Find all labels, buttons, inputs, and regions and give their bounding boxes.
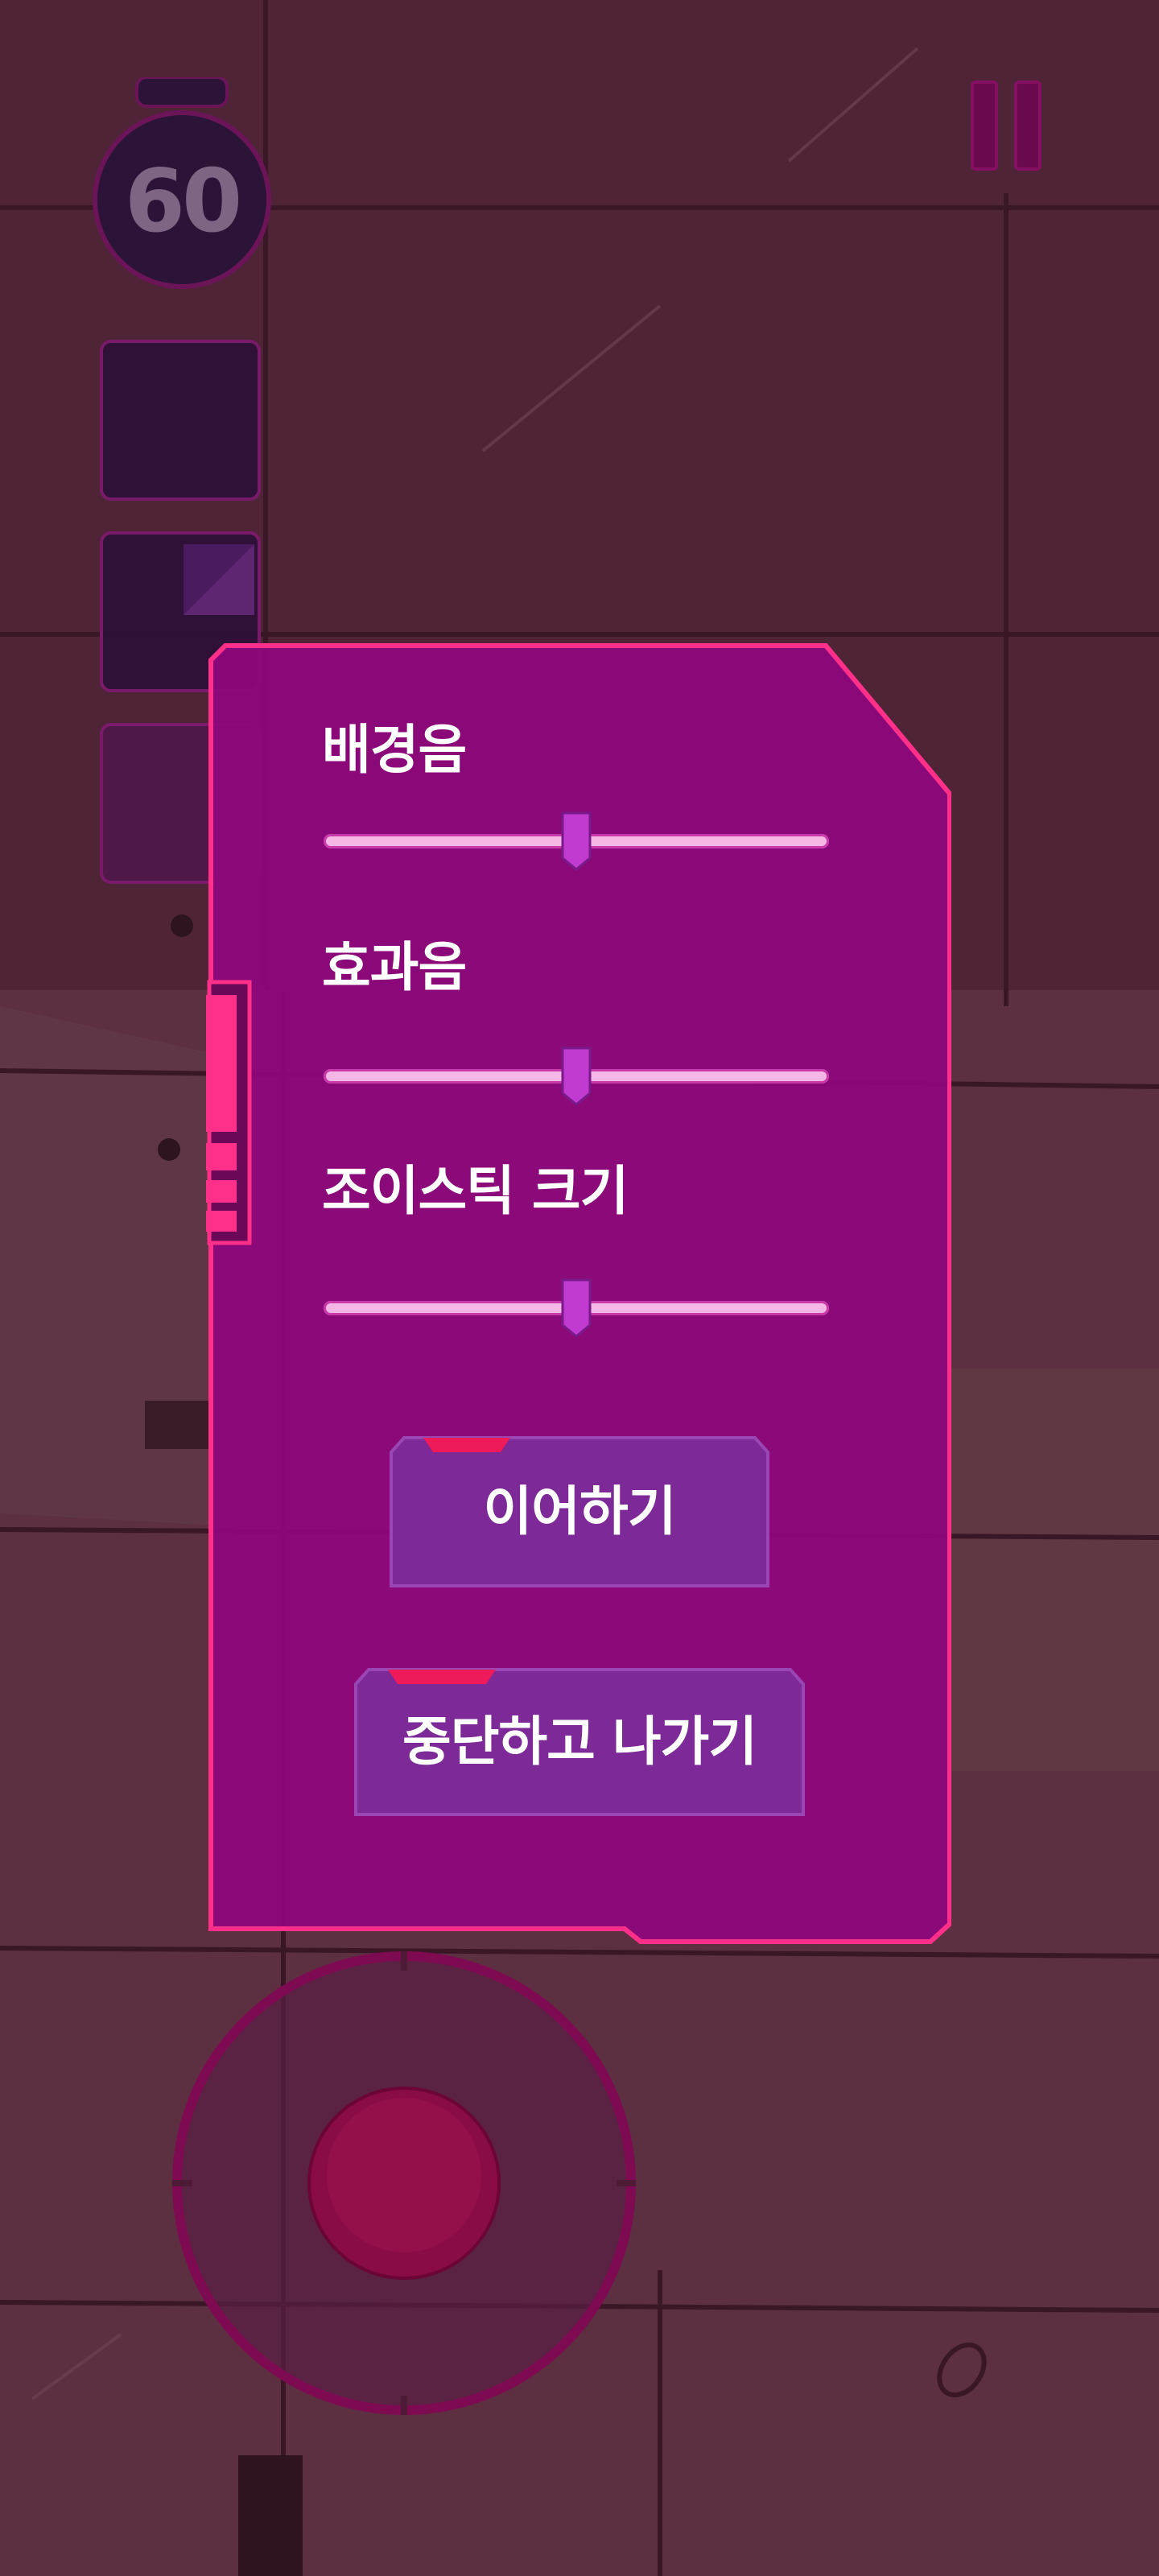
sfx-slider[interactable] bbox=[324, 1046, 829, 1106]
bgm-slider[interactable] bbox=[324, 811, 829, 871]
joystick-knob[interactable] bbox=[306, 2085, 502, 2281]
quit-button[interactable]: 중단하고 나가기 bbox=[354, 1668, 805, 1816]
bgm-slider-thumb[interactable] bbox=[561, 811, 592, 871]
item-slot-1[interactable] bbox=[100, 340, 261, 501]
bgm-label: 배경음 bbox=[322, 719, 467, 781]
joystick-size-slider-thumb[interactable] bbox=[561, 1278, 592, 1338]
continue-button[interactable]: 이어하기 bbox=[390, 1436, 769, 1587]
pause-icon bbox=[971, 80, 998, 171]
sfx-label: 효과음 bbox=[322, 936, 467, 998]
pause-button[interactable] bbox=[964, 80, 1048, 174]
quit-label: 중단하고 나가기 bbox=[402, 1711, 757, 1773]
settings-panel: 배경음 효과음 조이스틱 크기 이어하기 중단하고 나가기 bbox=[206, 641, 951, 1951]
timer-badge: 60 bbox=[87, 77, 277, 290]
joystick-size-label: 조이스틱 크기 bbox=[322, 1160, 629, 1222]
pause-icon-bar bbox=[1014, 80, 1041, 171]
sfx-slider-thumb[interactable] bbox=[561, 1046, 592, 1106]
timer-value: 60 bbox=[124, 151, 242, 252]
continue-label: 이어하기 bbox=[483, 1480, 677, 1542]
joystick-size-slider[interactable] bbox=[324, 1278, 829, 1338]
joystick[interactable] bbox=[167, 1946, 641, 2420]
